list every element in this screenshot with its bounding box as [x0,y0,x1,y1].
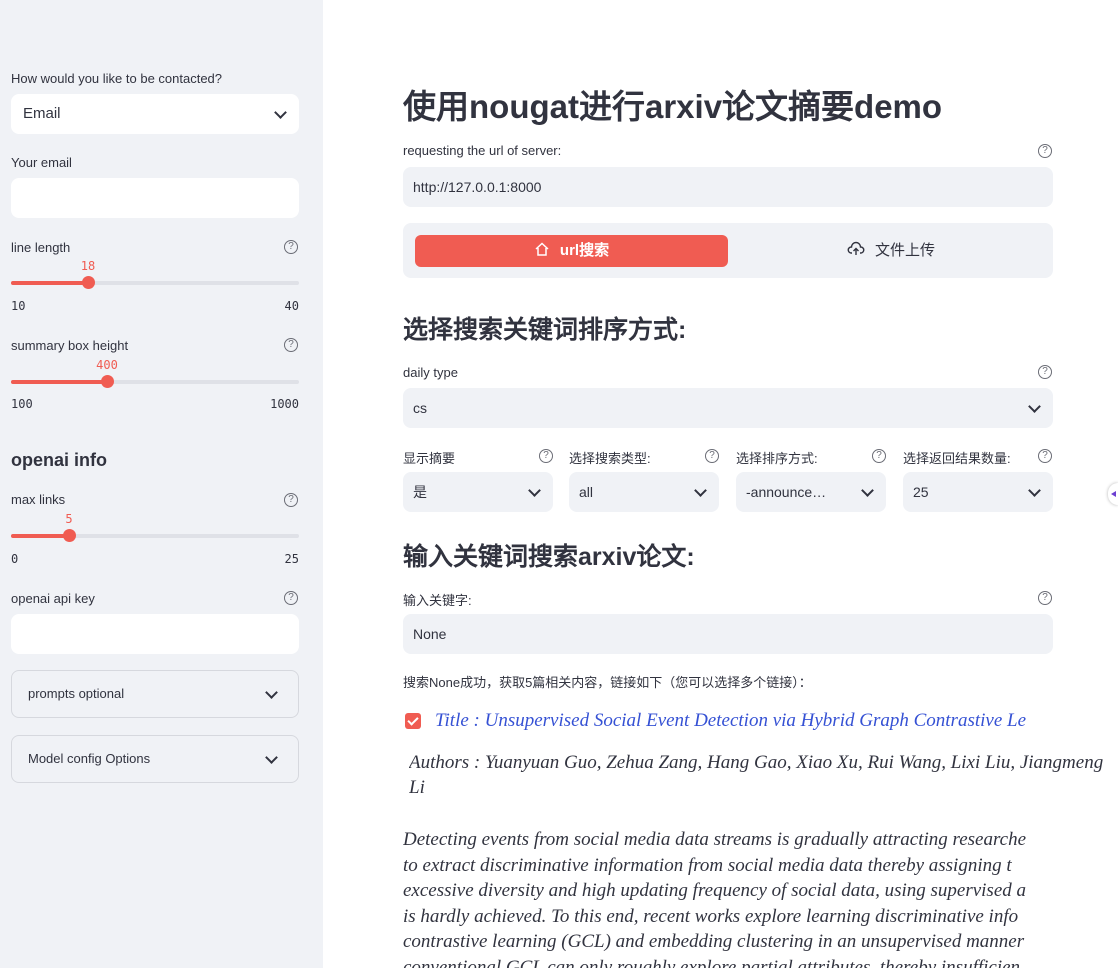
slider-value: 400 [96,358,118,372]
summary-height-slider[interactable]: 400 [11,358,299,388]
help-icon[interactable]: ? [284,338,298,352]
help-icon[interactable]: ? [1038,144,1052,158]
expander-label: prompts optional [28,686,125,701]
paper-abstract: Detecting events from social media data … [403,827,1118,968]
line-length-slider[interactable]: 18 [11,259,299,289]
chevron-down-icon [265,751,278,764]
home-icon [535,242,549,256]
keyword-label: 输入关键字: [403,593,472,608]
contact-select[interactable]: Email [11,94,299,134]
model-config-expander[interactable]: Model config Options [11,735,299,783]
tab-file-upload[interactable]: 文件上传 [741,235,1041,267]
help-icon[interactable]: ? [1038,365,1052,379]
help-icon[interactable]: ? [1038,591,1052,605]
keyword-input[interactable]: None [403,614,1053,654]
max-links-slider[interactable]: 5 [11,512,299,542]
sidebar: How would you like to be contacted? Emai… [0,0,323,968]
help-icon[interactable]: ? [284,493,298,507]
help-icon[interactable]: ? [284,240,298,254]
paper-title-link[interactable]: Title : Unsupervised Social Event Detect… [435,710,1026,732]
chevron-down-icon [694,484,707,497]
chevron-down-icon [265,686,278,699]
api-key-input[interactable] [11,614,299,654]
slider-value: 18 [80,259,96,273]
max-links-label: max links [11,492,66,507]
slider-min: 10 [11,299,26,313]
daily-type-select[interactable]: cs [403,388,1053,428]
url-label: requesting the url of server: [403,143,562,158]
chevron-down-icon [861,484,874,497]
chevron-down-icon [274,106,287,119]
page-title: 使用nougat进行arxiv论文摘要demo [403,88,943,125]
slider-value: 5 [65,512,73,526]
summary-height-label: summary box height [11,338,129,353]
slider-max: 40 [284,299,299,313]
email-input[interactable] [11,178,299,218]
slider-min: 0 [11,552,19,566]
email-label: Your email [11,155,72,170]
result-count-select[interactable]: 25 [903,472,1053,512]
abstract-line: contrastive learning (GCL) and embedding… [403,931,1025,952]
result-count-value: 25 [913,484,929,500]
sort-value: -announce… [746,484,827,500]
result-message: 搜索None成功，获取5篇相关内容，链接如下（您可以选择多个链接）： [403,675,812,690]
api-key-label: openai api key [11,591,95,606]
daily-type-label: daily type [403,365,458,380]
abstract-line: to extract discriminative information fr… [403,854,1012,876]
abstract-line: Detecting events from social media data … [403,829,1027,850]
abstract-line: is hardly achieved. To this end, recent … [403,905,1019,927]
show-summary-value: 是 [413,484,427,500]
contact-select-value: Email [23,105,61,122]
slider-max: 25 [284,552,299,566]
slider-fill [11,281,88,285]
keyword-heading: 输入关键词搜索arxiv论文: [403,543,695,571]
expander-label: Model config Options [28,751,151,766]
paper-checkbox[interactable] [405,713,421,729]
search-type-select[interactable]: all [569,472,719,512]
tab-url-label: url搜索 [559,242,610,259]
slider-fill [11,534,69,538]
sort-heading: 选择搜索关键词排序方式: [403,316,687,344]
daily-type-value: cs [413,400,427,416]
chevron-down-icon [528,484,541,497]
slider-thumb[interactable] [101,375,114,388]
tab-url-search[interactable]: url搜索 [415,235,728,267]
url-input[interactable]: http://127.0.0.1:8000 [403,167,1053,207]
search-type-value: all [579,484,594,500]
chevron-down-icon [1028,400,1041,413]
paper-authors: Authors : Yuanyuan Guo, Zehua Zang, Hang… [409,752,1104,798]
help-icon[interactable]: ? [705,449,719,463]
slider-thumb[interactable] [82,276,95,289]
search-type-label: 选择搜索类型: [569,451,651,466]
line-length-label: line length [11,240,71,255]
show-summary-select[interactable]: 是 [403,472,553,512]
openai-heading: openai info [11,450,107,470]
help-icon[interactable]: ? [1038,449,1052,463]
tab-upload-label: 文件上传 [874,242,935,259]
slider-thumb[interactable] [63,529,76,542]
cloud-upload-icon [847,241,865,255]
help-icon[interactable]: ? [872,449,886,463]
chevron-down-icon [1028,484,1041,497]
help-icon[interactable]: ? [539,449,553,463]
sort-label: 选择排序方式: [736,451,818,466]
help-icon[interactable]: ? [284,591,298,605]
slider-max: 1000 [270,397,299,411]
slider-fill [11,380,107,384]
collapse-arrow-icon[interactable] [1108,483,1118,505]
result-count-label: 选择返回结果数量: [903,451,1011,466]
prompts-expander[interactable]: prompts optional [11,670,299,718]
slider-min: 100 [11,397,33,411]
contact-label: How would you like to be contacted? [11,71,223,86]
abstract-line: excessive diversity and high updating fr… [403,880,1027,901]
sort-select[interactable]: -announce… [736,472,886,512]
tab-bar: url搜索 文件上传 [403,223,1053,278]
abstract-line: conventional GCL can only roughly explor… [403,956,1021,968]
show-summary-label: 显示摘要 [403,451,456,466]
